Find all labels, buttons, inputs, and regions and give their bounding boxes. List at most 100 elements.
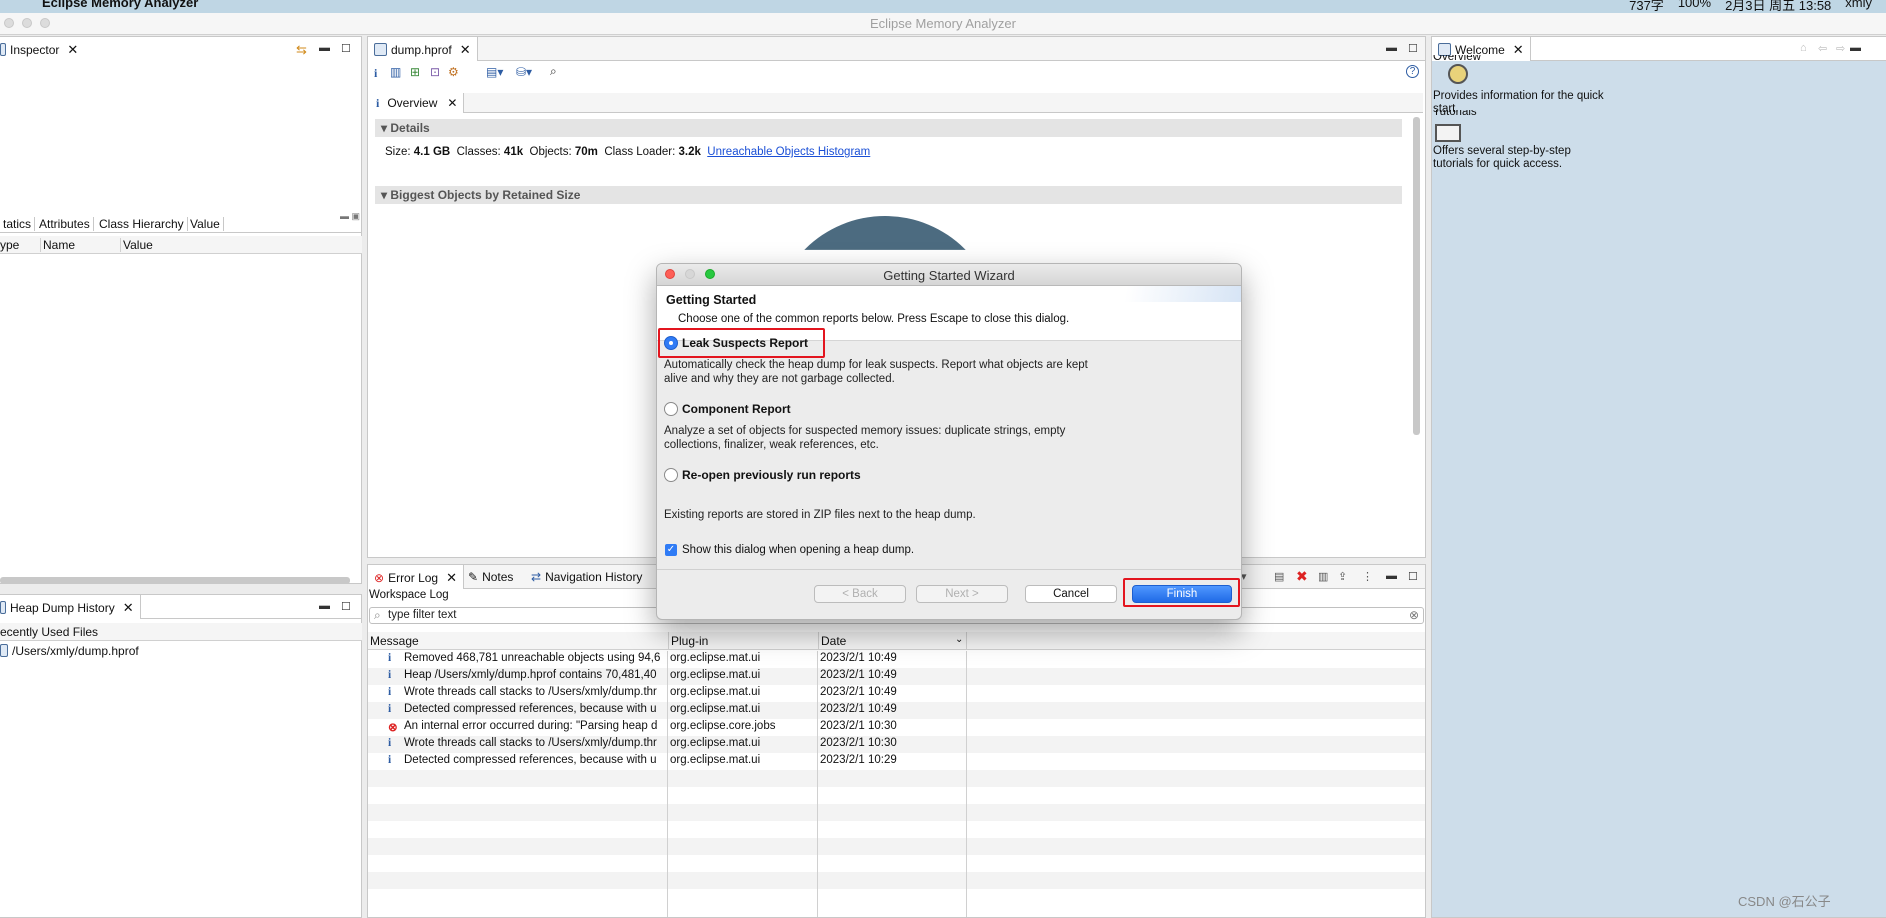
subtab-statics[interactable]: tatics <box>0 217 36 231</box>
table-row[interactable]: i Removed 468,781 unreachable objects usi… <box>368 651 1425 668</box>
app-name[interactable]: Eclipse Memory Analyzer <box>42 0 198 10</box>
histogram-icon[interactable]: ▥ <box>390 65 401 79</box>
minimize-icon[interactable]: ▬ <box>1386 570 1397 582</box>
col-name[interactable]: Name <box>40 238 75 252</box>
classes-value: 41k <box>503 146 524 158</box>
overview-icon[interactable] <box>1448 64 1468 84</box>
delete-log-icon[interactable]: ✖ <box>1296 568 1308 585</box>
reopen-reports-label[interactable]: Re-open previously run reports <box>682 468 861 482</box>
run-report-icon[interactable]: ▤▾ <box>486 65 503 79</box>
show-dialog-label[interactable]: Show this dialog when opening a heap dum… <box>682 544 914 556</box>
close-icon[interactable]: ✕ <box>447 96 457 110</box>
table-row[interactable]: i Heap /Users/xmly/dump.hprof contains 70… <box>368 668 1425 685</box>
close-icon[interactable]: ✕ <box>460 42 471 57</box>
log-rows: i Removed 468,781 unreachable objects usi… <box>368 651 1425 917</box>
col-message[interactable]: Message <box>370 634 419 648</box>
status-item[interactable]: 737字 <box>1629 0 1664 13</box>
cell-message: Wrote threads call stacks to /Users/xmly… <box>404 686 657 698</box>
component-report-radio[interactable] <box>664 402 678 416</box>
inspector-table-header: ype Name Value <box>0 236 362 254</box>
help-icon[interactable]: ? <box>1406 65 1419 78</box>
subtab-value[interactable]: Value <box>187 217 224 231</box>
table-row <box>368 787 1425 804</box>
maximize-icon[interactable]: ☐ <box>341 600 351 613</box>
component-report-label[interactable]: Component Report <box>682 402 791 416</box>
thread-overview-icon[interactable]: ⚙ <box>448 65 459 79</box>
sort-chevron-icon[interactable]: ⌄ <box>955 634 963 645</box>
table-row[interactable]: ⊗ An internal error occurred during: "Par… <box>368 719 1425 736</box>
dialog-minimize-button[interactable] <box>685 269 695 279</box>
back-button[interactable]: < Back <box>814 585 906 603</box>
table-row[interactable]: i Wrote threads call stacks to /Users/xml… <box>368 685 1425 702</box>
status-item[interactable]: 100% <box>1678 0 1711 13</box>
view-menu-icon[interactable]: ⋮ <box>1362 570 1373 583</box>
filter-placeholder: type filter text <box>388 609 457 621</box>
status-item[interactable]: xmly <box>1845 0 1872 13</box>
close-icon[interactable]: ✕ <box>1513 42 1524 57</box>
open-log-icon[interactable]: ▥ <box>1318 570 1328 583</box>
close-icon[interactable]: ✕ <box>123 600 134 615</box>
dialog-close-button[interactable] <box>665 269 675 279</box>
details-title: Details <box>390 121 430 135</box>
panel-menu-icon[interactable]: ▬ ▣ <box>340 211 360 222</box>
overview-tab-bar: i Overview ✕ <box>370 93 1423 113</box>
col-value[interactable]: Value <box>120 238 153 252</box>
subtab-attributes[interactable]: Attributes <box>36 217 94 231</box>
maximize-icon[interactable]: ☐ <box>1408 570 1418 583</box>
tab-inspector[interactable]: Inspector ✕ <box>0 37 85 61</box>
query-browser-icon[interactable]: ⛁▾ <box>516 65 532 79</box>
sync-icon[interactable]: ⇆ <box>296 42 307 58</box>
reopen-reports-radio[interactable] <box>664 468 678 482</box>
clear-log-icon[interactable]: ▤ <box>1274 570 1284 583</box>
minimize-icon[interactable]: ▬ <box>319 600 330 612</box>
horizontal-scrollbar[interactable] <box>0 577 350 584</box>
col-plugin[interactable]: Plug-in <box>668 632 708 650</box>
table-row[interactable]: i Detected compressed references, because… <box>368 753 1425 770</box>
search-icon: ⌕ <box>374 608 381 622</box>
tab-navigation-history[interactable]: ⇄ Navigation History <box>531 570 642 584</box>
close-icon[interactable]: ✕ <box>67 42 78 57</box>
class-loader-label: Class Loader: <box>604 146 676 158</box>
minimize-icon[interactable]: ▬ <box>319 42 330 54</box>
minimize-icon[interactable]: ▬ <box>1386 42 1397 54</box>
tutorials-icon[interactable] <box>1435 124 1461 142</box>
status-item[interactable]: 2月3日 周五 13:58 <box>1725 0 1831 13</box>
show-dialog-checkbox[interactable]: ✓ <box>665 544 677 556</box>
back-icon[interactable]: ⇦ <box>1818 42 1827 55</box>
window-title: Eclipse Memory Analyzer <box>870 16 1016 31</box>
tab-overview[interactable]: i Overview ✕ <box>370 93 465 113</box>
maximize-icon[interactable]: ☐ <box>1408 42 1418 55</box>
restore-log-icon[interactable]: ⇪ <box>1338 570 1347 583</box>
vertical-scrollbar[interactable] <box>1413 117 1420 435</box>
clear-filter-icon[interactable]: ⊗ <box>1409 608 1419 622</box>
close-icon[interactable]: ✕ <box>446 570 457 585</box>
cancel-button[interactable]: Cancel <box>1025 585 1117 603</box>
tab-dump-hprof[interactable]: dump.hprof ✕ <box>368 37 478 61</box>
details-section-header[interactable]: ▾ Details <box>375 119 1402 137</box>
tutorials-title[interactable]: Tutorials <box>1433 110 1477 118</box>
subtab-class-hierarchy[interactable]: Class Hierarchy <box>96 217 188 231</box>
minimize-icon[interactable]: ▬ <box>1850 42 1861 54</box>
editor-toolbar: i ▥ ⊞ ⊡ ⚙ ▤▾ ⛁▾ ⌕ ? <box>368 62 1425 86</box>
tab-heap-dump-history[interactable]: Heap Dump History ✕ <box>0 595 141 619</box>
table-row[interactable]: i Wrote threads call stacks to /Users/xml… <box>368 736 1425 753</box>
col-type[interactable]: ype <box>0 238 19 252</box>
search-icon[interactable]: ⌕ <box>550 64 557 79</box>
tab-notes[interactable]: ✎ Notes <box>468 570 513 584</box>
biggest-objects-section-header[interactable]: ▾ Biggest Objects by Retained Size <box>375 186 1402 204</box>
oql-icon[interactable]: ⊡ <box>430 65 440 79</box>
dialog-zoom-button[interactable] <box>705 269 715 279</box>
col-date[interactable]: Date <box>818 632 846 650</box>
dominator-tree-icon[interactable]: ⊞ <box>410 65 420 79</box>
next-button[interactable]: Next > <box>916 585 1008 603</box>
maximize-icon[interactable]: ☐ <box>341 42 351 55</box>
info-icon[interactable]: i <box>374 66 377 81</box>
unreachable-objects-link[interactable]: Unreachable Objects Histogram <box>707 146 870 158</box>
home-icon[interactable]: ⌂ <box>1800 42 1807 54</box>
objects-value: 70m <box>574 146 598 158</box>
recent-file-item[interactable]: /Users/xmly/dump.hprof <box>0 644 362 661</box>
tab-error-log[interactable]: ⊗ Error Log ✕ <box>368 565 464 589</box>
overview-title[interactable]: Overview <box>1433 55 1481 63</box>
forward-icon[interactable]: ⇨ <box>1836 42 1845 55</box>
table-row[interactable]: i Detected compressed references, because… <box>368 702 1425 719</box>
